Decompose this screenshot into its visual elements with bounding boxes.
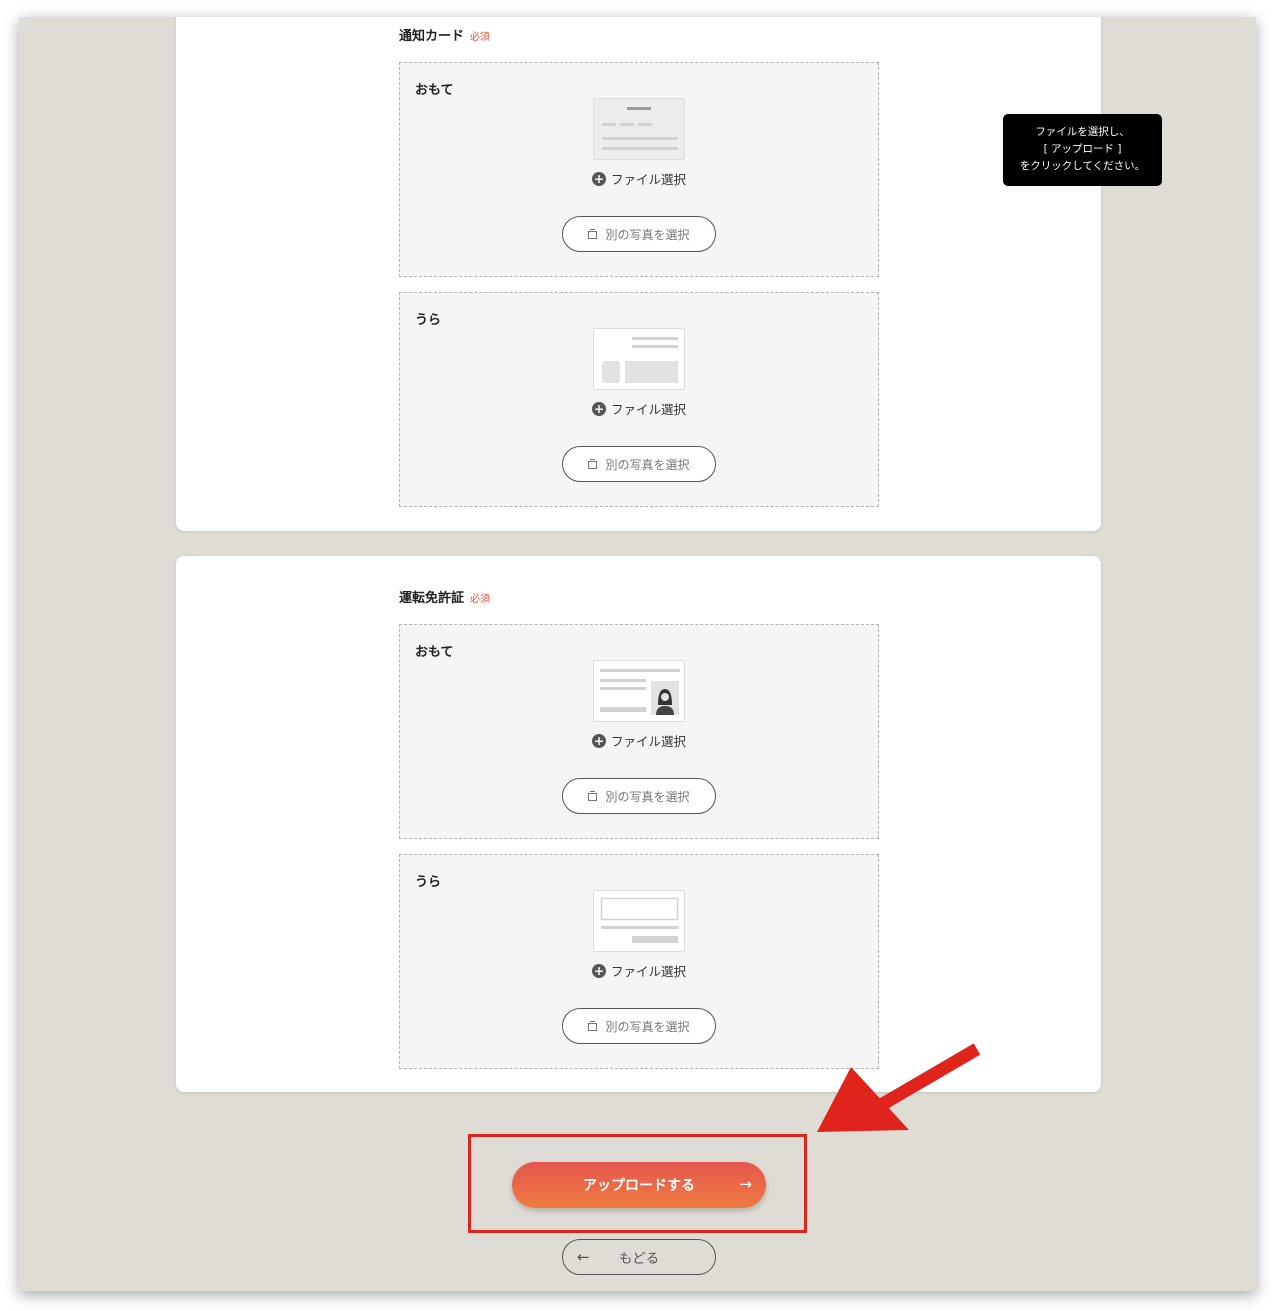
- upload-box-notification-front[interactable]: おもて + ファイル選択 別の写真を選択: [399, 62, 879, 277]
- select-another-photo-button[interactable]: 別の写真を選択: [562, 1008, 716, 1044]
- file-select-label: ファイル選択: [610, 734, 686, 749]
- select-another-photo-label: 別の写真を選択: [605, 227, 690, 242]
- upload-button[interactable]: アップロードする →: [512, 1162, 766, 1208]
- select-another-photo-button[interactable]: 別の写真を選択: [562, 216, 716, 252]
- section-title-drivers-license: 運転免許証 必須: [399, 587, 490, 606]
- section-title-notification-card: 通知カード 必須: [399, 25, 490, 44]
- select-another-photo-button[interactable]: 別の写真を選択: [562, 778, 716, 814]
- back-button[interactable]: ← もどる: [562, 1239, 716, 1275]
- arrow-right-icon: →: [739, 1175, 752, 1193]
- tooltip-line: [ アップロード ]: [1043, 143, 1122, 155]
- file-select-label: ファイル選択: [610, 172, 686, 187]
- notification-card-back-icon: [593, 328, 685, 390]
- side-label: うら: [415, 313, 442, 328]
- tooltip-line: をクリックしてください。: [1019, 160, 1146, 172]
- plus-circle-icon: +: [591, 171, 606, 186]
- file-select-label: ファイル選択: [610, 964, 686, 979]
- select-another-photo-label: 別の写真を選択: [605, 457, 690, 472]
- back-button-label: もどる: [618, 1251, 660, 1267]
- file-select-link[interactable]: + ファイル選択: [400, 731, 878, 750]
- side-label: おもて: [415, 645, 454, 660]
- drivers-license-back-icon: [593, 890, 685, 952]
- notification-card-panel: 通知カード 必須 おもて + ファイル選択 別の写真を選択 うら + ファイル選…: [176, 17, 1101, 531]
- file-select-label: ファイル選択: [610, 402, 686, 417]
- select-another-photo-label: 別の写真を選択: [605, 789, 690, 804]
- notification-card-front-icon: [593, 98, 685, 160]
- arrow-left-icon: ←: [577, 1248, 590, 1266]
- section-title-text: 通知カード: [399, 29, 465, 44]
- upload-box-license-front[interactable]: おもて + ファイル選択 別の写真を選択: [399, 624, 879, 839]
- upload-button-label: アップロードする: [583, 1178, 695, 1194]
- annotation-arrow-icon: [817, 1043, 981, 1132]
- drivers-license-panel: 運転免許証 必須 おもて + ファイル選択 別の写真を選択 うら + ファイル選…: [176, 556, 1101, 1092]
- plus-circle-icon: +: [591, 963, 606, 978]
- select-another-photo-label: 別の写真を選択: [605, 1019, 690, 1034]
- required-badge: 必須: [470, 594, 491, 605]
- file-select-link[interactable]: + ファイル選択: [400, 399, 878, 418]
- drivers-license-front-icon: [593, 660, 685, 722]
- plus-circle-icon: +: [591, 733, 606, 748]
- instruction-tooltip: ファイルを選択し、 [ アップロード ] をクリックしてください。: [1003, 114, 1162, 186]
- select-another-photo-button[interactable]: 別の写真を選択: [562, 446, 716, 482]
- file-select-link[interactable]: + ファイル選択: [400, 961, 878, 980]
- section-title-text: 運転免許証: [399, 591, 465, 606]
- side-label: おもて: [415, 83, 454, 98]
- upload-box-notification-back[interactable]: うら + ファイル選択 別の写真を選択: [399, 292, 879, 507]
- side-label: うら: [415, 875, 442, 890]
- upload-box-license-back[interactable]: うら + ファイル選択 別の写真を選択: [399, 854, 879, 1069]
- trash-icon: [588, 459, 598, 469]
- file-select-link[interactable]: + ファイル選択: [400, 169, 878, 188]
- browser-window: 通知カード 必須 おもて + ファイル選択 別の写真を選択 うら + ファイル選…: [19, 17, 1256, 1291]
- plus-circle-icon: +: [591, 401, 606, 416]
- trash-icon: [588, 791, 598, 801]
- trash-icon: [588, 1021, 598, 1031]
- required-badge: 必須: [470, 32, 491, 43]
- trash-icon: [588, 229, 598, 239]
- tooltip-line: ファイルを選択し、: [1035, 126, 1130, 138]
